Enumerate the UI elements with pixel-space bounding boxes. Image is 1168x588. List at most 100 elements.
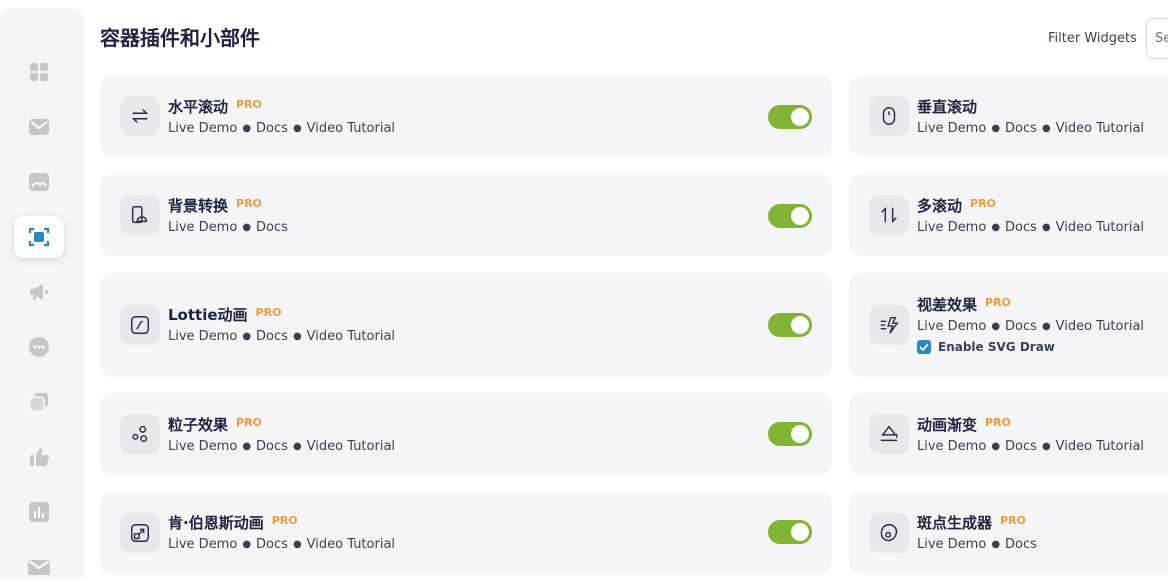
pro-badge: PRO [255,306,282,319]
docs-link[interactable]: Docs [256,121,288,136]
widget-toggle[interactable] [768,105,812,129]
background-switch-icon [120,195,160,235]
docs-link[interactable]: Docs [1005,537,1037,552]
widget-title: Lottie动画 PRO [168,306,282,324]
widget-toggle[interactable] [768,313,812,337]
widget-title: 肯·伯恩斯动画 PRO [168,514,298,532]
filter-search-input[interactable] [1146,18,1168,59]
ken-burns-icon [120,513,160,553]
live-demo-link[interactable]: Live Demo [168,220,237,235]
grid-icon [30,63,48,81]
video-tutorial-link[interactable]: Video Tutorial [307,439,395,454]
sidebar-item-mail[interactable] [14,106,64,148]
video-tutorial-link[interactable]: Video Tutorial [307,121,395,136]
widget-links: Live Demo ● Docs ● Video Tutorial [917,121,1145,136]
widget-links: Live Demo ● Docs ● Video Tutorial [917,220,1145,235]
live-demo-link[interactable]: Live Demo [917,537,986,552]
gradient-icon [869,414,909,454]
sidebar-item-layers[interactable] [14,381,64,423]
scan-icon [28,227,50,247]
widget-card: 肯·伯恩斯动画 PRO Live Demo ● Docs ● Video Tutorial [100,492,832,574]
video-tutorial-link[interactable]: Video Tutorial [1056,220,1144,235]
sidebar [0,8,84,579]
widget-toggle[interactable] [768,520,812,544]
video-tutorial-link[interactable]: Video Tutorial [1056,439,1144,454]
mail-icon [29,119,49,135]
docs-link[interactable]: Docs [1005,439,1037,454]
widget-title: 视差效果 PRO [917,296,1011,314]
sidebar-item-scan[interactable] [14,216,64,258]
video-tutorial-link[interactable]: Video Tutorial [307,329,395,344]
live-demo-link[interactable]: Live Demo [168,439,237,454]
live-demo-link[interactable]: Live Demo [917,220,986,235]
docs-link[interactable]: Docs [256,329,288,344]
live-demo-link[interactable]: Live Demo [917,121,986,136]
widget-title: 背景转换 PRO [168,197,262,215]
check-icon [919,343,929,352]
widget-title: 粒子效果 PRO [168,416,262,434]
sidebar-item-megaphone[interactable] [14,271,64,313]
live-demo-link[interactable]: Live Demo [168,329,237,344]
horizontal-scroll-icon [120,96,160,136]
sidebar-item-chat[interactable] [14,326,64,368]
sidebar-item-envelope[interactable] [14,546,64,588]
widget-links: Live Demo ● Docs [168,220,288,235]
widget-links: Live Demo ● Docs ● Video Tutorial [917,439,1145,454]
sidebar-item-thumbs[interactable] [14,436,64,478]
pro-badge: PRO [985,296,1011,309]
docs-link[interactable]: Docs [1005,220,1037,235]
docs-link[interactable]: Docs [1005,319,1037,334]
layers-icon [29,393,48,412]
widget-card: 视差效果 PRO Live Demo ● Docs ● Video Tutorial En… [849,273,1168,377]
live-demo-link[interactable]: Live Demo [917,439,986,454]
svg-draw-checkbox[interactable] [917,340,931,354]
multi-scroll-icon [869,195,909,235]
bar-chart-icon [29,502,49,522]
sidebar-item-image[interactable] [14,161,64,203]
widget-links: Live Demo ● Docs ● Video Tutorial [168,329,396,344]
filter-label: Filter Widgets [1048,31,1137,46]
chat-icon [29,337,49,357]
blob-icon [869,513,909,553]
widget-title: 水平滚动 PRO [168,98,262,116]
pro-badge: PRO [970,197,996,210]
particles-icon [120,414,160,454]
widget-links: Live Demo ● Docs ● Video Tutorial [168,439,396,454]
parallax-icon [869,305,909,345]
widget-card: 水平滚动 PRO Live Demo ● Docs ● Video Tutorial [100,75,832,157]
widget-toggle[interactable] [768,204,812,228]
mouse-icon [869,96,909,136]
docs-link[interactable]: Docs [256,537,288,552]
sidebar-item-chart[interactable] [14,491,64,533]
widget-links: Live Demo ● Docs ● Video Tutorial [168,121,396,136]
video-tutorial-link[interactable]: Video Tutorial [1056,319,1144,334]
video-tutorial-link[interactable]: Video Tutorial [307,537,395,552]
widget-card: 多滚动 PRO Live Demo ● Docs ● Video Tutorial [849,174,1168,256]
docs-link[interactable]: Docs [256,220,288,235]
video-tutorial-link[interactable]: Video Tutorial [1056,121,1144,136]
widget-title: 动画渐变 PRO [917,416,1011,434]
enable-svg-draw[interactable]: Enable SVG Draw [917,340,1055,354]
widget-card: Lottie动画 PRO Live Demo ● Docs ● Video Tutoria… [100,273,832,377]
image-icon [29,173,49,191]
sidebar-item-grid[interactable] [14,51,64,93]
live-demo-link[interactable]: Live Demo [168,537,237,552]
widget-card: 垂直滚动 Live Demo ● Docs ● Video Tutorial [849,75,1168,157]
widget-title: 多滚动 PRO [917,197,996,215]
pro-badge: PRO [236,416,262,429]
widget-card: 背景转换 PRO Live Demo ● Docs [100,174,832,256]
widget-links: Live Demo ● Docs [917,537,1037,552]
widget-card: 斑点生成器 PRO Live Demo ● Docs [849,492,1168,574]
widget-links: Live Demo ● Docs ● Video Tutorial [917,319,1145,334]
docs-link[interactable]: Docs [256,439,288,454]
pro-badge: PRO [236,197,262,210]
envelope-icon [28,560,50,575]
widget-toggle[interactable] [768,422,812,446]
pro-badge: PRO [1000,514,1026,527]
docs-link[interactable]: Docs [1005,121,1037,136]
widget-title: 垂直滚动 [917,98,978,116]
live-demo-link[interactable]: Live Demo [168,121,237,136]
live-demo-link[interactable]: Live Demo [917,319,986,334]
pro-badge: PRO [985,416,1011,429]
widget-card: 粒子效果 PRO Live Demo ● Docs ● Video Tutorial [100,393,832,475]
